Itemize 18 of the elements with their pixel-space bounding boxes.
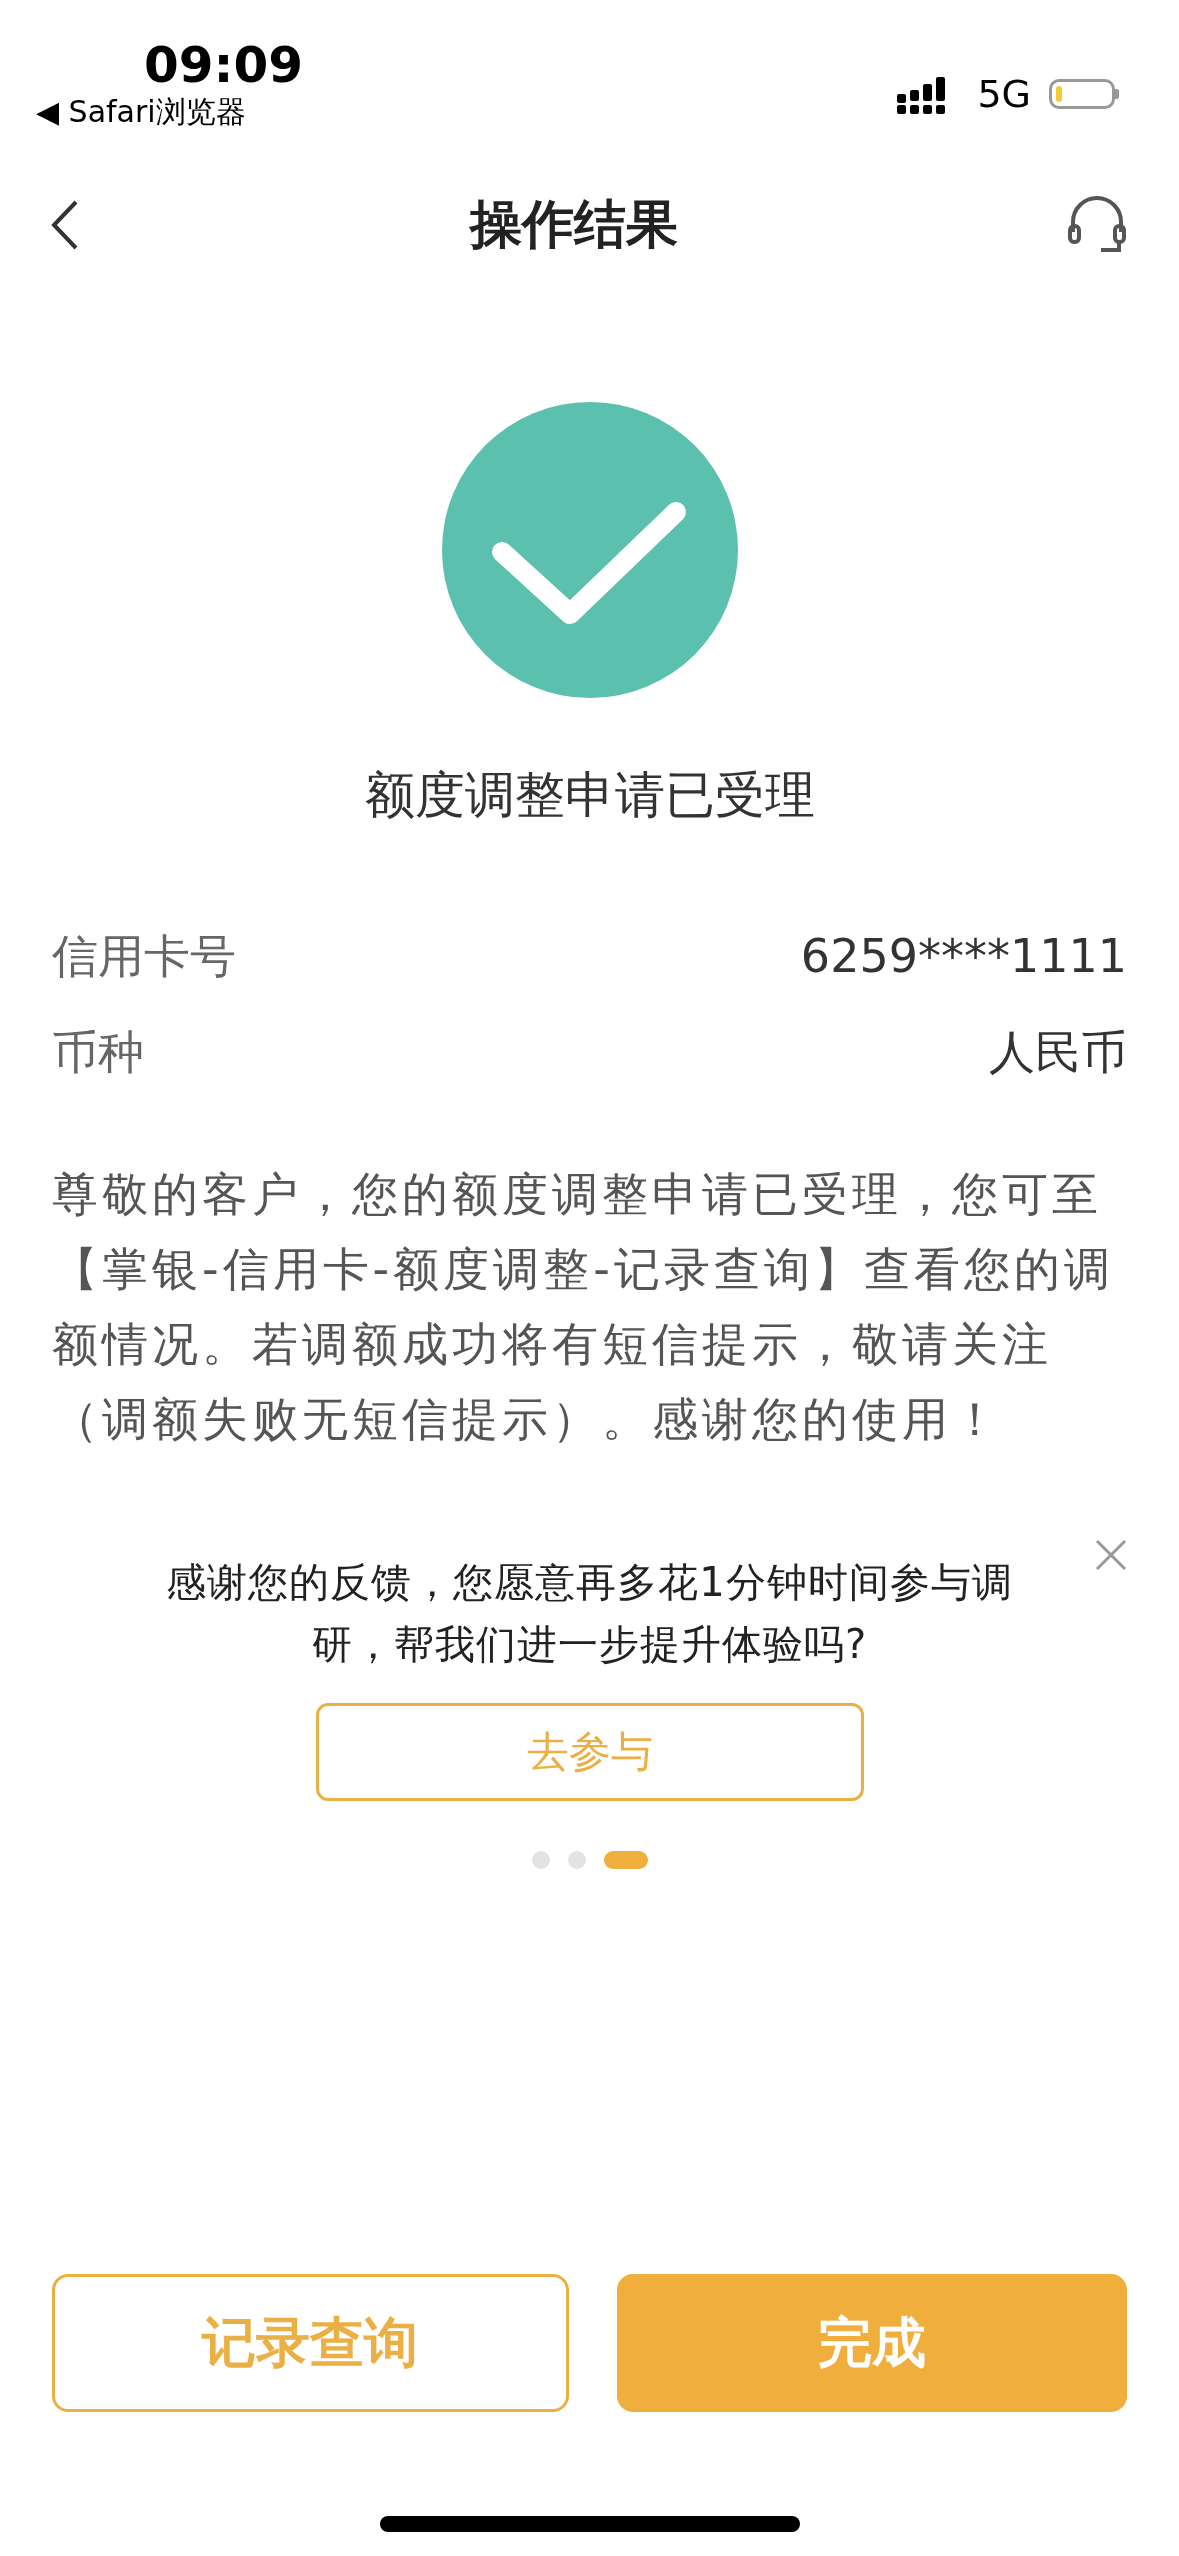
network-label: 5G [977,72,1031,116]
page-title: 操作结果 [469,193,678,256]
battery-icon [1049,79,1119,109]
detail-value: 人民币 [989,1025,1127,1079]
survey-text: 感谢您的反馈，您愿意再多花1分钟时间参与调研，帮我们进一步提升体验吗? [165,1558,1014,1669]
records-button[interactable]: 记录查询 [52,2274,569,2412]
participate-button[interactable]: 去参与 [315,1703,864,1801]
close-icon[interactable] [1095,1539,1127,1571]
detail-value: 6259****1111 [800,929,1127,983]
back-icon[interactable] [50,199,80,251]
detail-label: 信用卡号 [52,929,236,983]
detail-label: 币种 [52,1025,144,1079]
notice-text: 尊敬的客户，您的额度调整申请已受理，您可至【掌银-信用卡-额度调整-记录查询】查看您的调额情况。若调额成功将有短信提示，敬请关注（调额失败无短信提示）。感谢您的使用！ [51,1166,1115,1448]
done-button[interactable]: 完成 [616,2274,1127,2412]
result-message: 额度调整申请已受理 [364,765,815,826]
status-time: 09:09 [144,38,304,92]
success-check-icon [441,402,738,698]
back-to-app-link[interactable]: ◀ Safari浏览器 [36,92,246,132]
